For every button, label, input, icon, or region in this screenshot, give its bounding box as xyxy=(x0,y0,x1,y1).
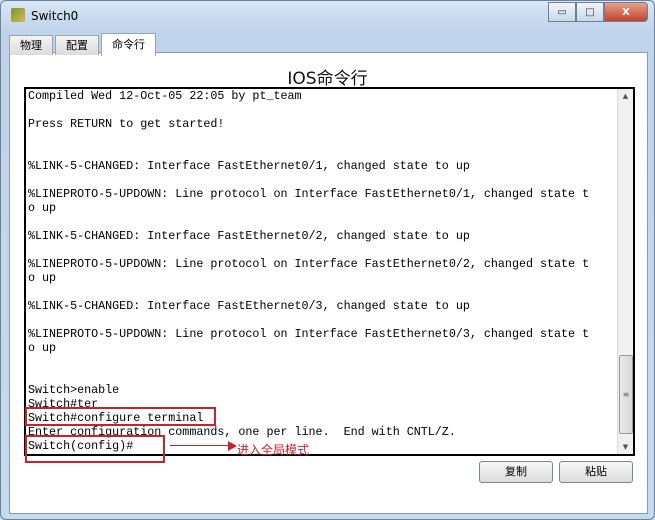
scroll-down-icon[interactable]: ▼ xyxy=(618,440,633,454)
tab-config[interactable]: 配置 xyxy=(55,35,99,55)
tab-physical[interactable]: 物理 xyxy=(9,35,53,55)
annotation-text: 进入全局模式 xyxy=(237,443,310,457)
window-title: Switch0 xyxy=(31,9,79,23)
highlight-box-configure xyxy=(25,407,216,426)
terminal-line: o up xyxy=(28,341,57,355)
arrow-head-icon xyxy=(228,441,237,451)
scrollbar[interactable]: ▲ ≡ ▼ xyxy=(617,89,633,454)
terminal-line: %LINK-5-CHANGED: Interface FastEthernet0… xyxy=(28,229,470,243)
terminal-line: o up xyxy=(28,271,57,285)
close-button[interactable]: X xyxy=(604,2,648,22)
terminal-lines: Compiled Wed 12-Oct-05 22:05 by pt_team P… xyxy=(28,89,589,453)
copy-button[interactable]: 复制 xyxy=(479,461,553,483)
terminal-line: Switch>enable xyxy=(28,383,120,397)
terminal-line: Compiled Wed 12-Oct-05 22:05 by pt_team xyxy=(28,89,302,103)
scroll-up-icon[interactable]: ▲ xyxy=(618,89,633,103)
minimize-button[interactable]: ▭ xyxy=(548,2,576,22)
terminal-output[interactable]: Compiled Wed 12-Oct-05 22:05 by pt_team P… xyxy=(24,87,635,456)
scroll-thumb[interactable]: ≡ xyxy=(619,355,633,434)
annotation-arrow xyxy=(170,445,230,446)
terminal-line: %LINEPROTO-5-UPDOWN: Line protocol on In… xyxy=(28,257,590,271)
app-icon xyxy=(11,8,25,22)
maximize-button[interactable]: □ xyxy=(576,2,604,22)
terminal-line: %LINK-5-CHANGED: Interface FastEthernet0… xyxy=(28,159,470,173)
tab-bar: 物理 配置 命令行 xyxy=(9,32,158,56)
terminal-line: Press RETURN to get started! xyxy=(28,117,225,131)
terminal-line: %LINK-5-CHANGED: Interface FastEthernet0… xyxy=(28,299,470,313)
tab-cli[interactable]: 命令行 xyxy=(101,33,156,56)
page-title: IOS命令行 xyxy=(287,69,368,89)
highlight-box-config-prompt xyxy=(25,435,165,463)
paste-button[interactable]: 粘贴 xyxy=(559,461,633,483)
terminal-line: %LINEPROTO-5-UPDOWN: Line protocol on In… xyxy=(28,187,590,201)
terminal-line: %LINEPROTO-5-UPDOWN: Line protocol on In… xyxy=(28,327,590,341)
terminal-line: o up xyxy=(28,201,57,215)
